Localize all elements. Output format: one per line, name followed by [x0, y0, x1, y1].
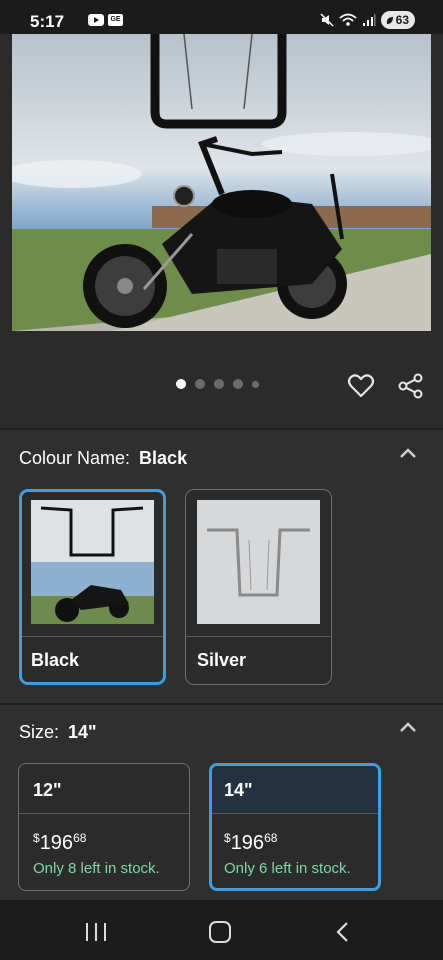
product-photo [12, 34, 431, 331]
price: $19668 [224, 831, 378, 855]
home-button[interactable] [209, 921, 231, 943]
chevron-up-icon[interactable] [399, 447, 417, 459]
price-currency: $ [33, 831, 40, 845]
size-option-label: 12" [19, 764, 189, 814]
status-bar: 5:17 GE 63 [0, 0, 443, 34]
size-heading-value: 14" [68, 722, 97, 742]
price: $19668 [33, 831, 189, 855]
colour-option-label: Black [31, 650, 80, 670]
back-button[interactable] [335, 922, 349, 942]
price-cents: 68 [264, 831, 278, 845]
pagination-dot[interactable] [233, 379, 243, 389]
battery-indicator: 63 [380, 11, 415, 29]
gallery-pagination-dots [176, 379, 259, 389]
youtube-icon [88, 14, 104, 26]
pagination-dot[interactable] [214, 379, 224, 389]
colour-option-label: Silver [197, 650, 247, 670]
pagination-dot[interactable] [195, 379, 205, 389]
pagination-dot[interactable] [252, 380, 259, 388]
signal-icon [362, 14, 376, 26]
mute-icon [320, 13, 334, 27]
product-image[interactable] [12, 34, 431, 331]
pagination-dot[interactable] [176, 379, 186, 389]
system-icons: 63 [320, 11, 415, 29]
size-heading-label: Size: [19, 722, 60, 742]
price-currency: $ [224, 831, 231, 845]
wifi-icon [339, 13, 357, 26]
size-option-14[interactable]: 14" $19668 Only 6 left in stock. [209, 763, 381, 891]
battery-saver-icon [386, 16, 393, 24]
size-heading: Size: 14" [19, 722, 97, 743]
colour-thumbnail [31, 500, 154, 624]
system-navigation-bar [0, 900, 443, 960]
colour-option-silver[interactable]: Silver [185, 489, 332, 685]
stock-status: Only 6 left in stock. [224, 860, 351, 877]
size-option-label: 14" [212, 766, 378, 814]
price-whole: 196 [39, 832, 74, 854]
heart-icon [347, 374, 375, 398]
stock-status: Only 8 left in stock. [33, 860, 160, 877]
size-option-12[interactable]: 12" $19668 Only 8 left in stock. [18, 763, 190, 891]
colour-heading-value: Black [139, 448, 188, 468]
share-icon [398, 373, 423, 399]
colour-heading-label: Colour Name: [19, 448, 131, 468]
colour-thumbnail [197, 500, 320, 624]
gallery-notification-icon: GE [108, 14, 123, 26]
colour-heading: Colour Name: Black [19, 448, 187, 469]
notification-icons: GE [88, 14, 123, 26]
status-time: 5:17 [30, 12, 65, 31]
chevron-up-icon[interactable] [399, 721, 417, 733]
price-cents: 68 [73, 831, 87, 845]
recent-apps-button[interactable] [86, 923, 106, 941]
add-to-wishlist-button[interactable] [347, 372, 375, 400]
price-whole: 196 [230, 832, 265, 854]
battery-level: 63 [395, 13, 409, 27]
colour-option-black[interactable]: Black [19, 489, 166, 685]
share-button[interactable] [397, 372, 425, 400]
